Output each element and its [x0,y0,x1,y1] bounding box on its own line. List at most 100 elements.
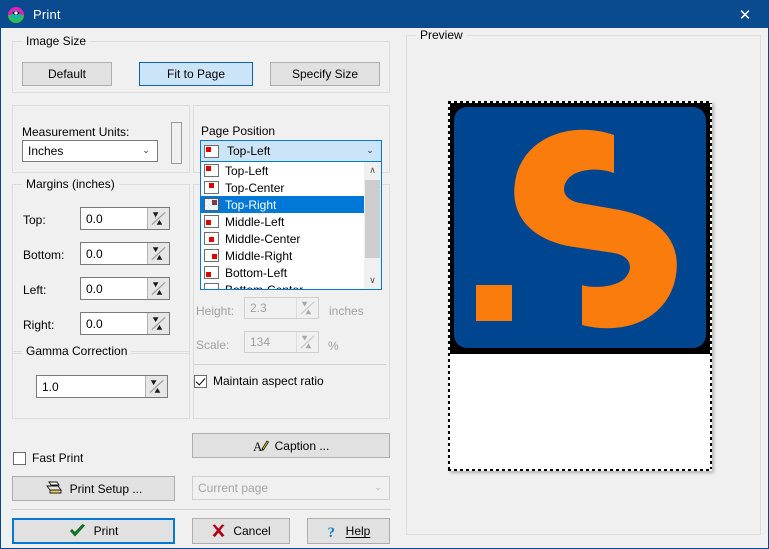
caption-icon: A [253,439,269,453]
print-setup-button[interactable]: Print Setup ... [12,476,175,501]
position-preview-icon [204,144,219,158]
close-icon[interactable]: ✕ [722,1,768,28]
dropdown-item-bottom-left[interactable]: Bottom-Left [201,264,381,281]
printer-icon [45,481,63,496]
help-button[interactable]: ? Help [307,518,390,544]
measurement-units-combo[interactable]: Inches ⌄ [22,140,158,162]
caption-button[interactable]: A Caption ... [192,433,390,458]
cancel-button[interactable]: Cancel [192,518,290,544]
measurement-units-panel [12,105,190,173]
units-slider-thumb[interactable] [171,122,182,164]
margin-top-value: 0.0 [86,211,103,226]
margin-top-field[interactable]: 0.0 ↑ [80,207,170,230]
gamma-stepper[interactable] [145,376,167,397]
title-bar: Print ✕ [1,1,768,28]
gamma-value: 1.0 [42,379,59,394]
margin-bottom-field[interactable]: 0.0 [80,242,170,265]
page-range-combo[interactable]: Current page ⌄ [192,476,390,500]
dropdown-item-top-center[interactable]: Top-Center [201,179,381,196]
aspect-divider [194,364,386,365]
dropdown-item-middle-left[interactable]: Middle-Left [201,213,381,230]
dropdown-item-middle-center[interactable]: Middle-Center [201,230,381,247]
maintain-aspect-ratio-checkbox[interactable]: Maintain aspect ratio [194,374,324,388]
dropdown-item-top-left[interactable]: Top-Left [201,162,381,179]
page-position-label: Page Position [201,124,276,138]
height-stepper[interactable] [296,298,318,318]
fast-print-box [13,451,26,465]
preview-square-mark [476,285,512,321]
svg-text:?: ? [327,525,335,539]
scrollbar-thumb[interactable] [365,180,380,258]
position-icon-middle-center [204,232,219,245]
print-button-label: Print [93,524,119,538]
help-button-label: Help [345,524,371,538]
chevron-down-icon: ⌄ [142,146,150,156]
print-setup-button-label: Print Setup ... [69,481,143,496]
dropdown-item-label: Middle-Left [225,214,285,229]
maintain-aspect-ratio-label: Maintain aspect ratio [213,374,324,388]
scale-stepper[interactable] [296,332,318,352]
app-icon [7,6,25,24]
scale-value: 134 [250,335,271,349]
preview-page[interactable] [448,101,712,471]
position-icon-middle-right [204,249,219,262]
specify-size-button-label: Specify Size [291,67,359,81]
window-title: Print [33,7,61,22]
fit-to-page-button-label: Fit to Page [166,67,226,81]
gamma-value-field[interactable]: 1.0 [36,375,168,398]
scroll-down-icon[interactable]: ∨ [364,272,381,289]
cancel-button-label: Cancel [233,524,271,538]
chevron-down-icon: ⌄ [366,146,374,156]
dropdown-item-label: Bottom-Left [225,265,288,280]
margin-right-stepper[interactable] [147,313,169,334]
dropdown-scrollbar[interactable]: ∧ ∨ [364,162,381,289]
scale-field[interactable]: 134 [244,331,319,353]
margin-right-field[interactable]: 0.0 [80,312,170,335]
scale-unit-label: % [328,339,339,353]
dropdown-item-label: Middle-Center [225,231,301,246]
maintain-aspect-ratio-box [194,374,207,388]
page-position-combo[interactable]: Top-Left ⌄ [200,140,382,162]
gamma-correction-label: Gamma Correction [22,344,132,358]
footer-divider [11,509,391,510]
svg-text:↑: ↑ [154,214,157,221]
position-icon-bottom-left [204,266,219,279]
dropdown-item-label: Bottom-Center [225,282,304,290]
dropdown-item-middle-right[interactable]: Middle-Right [201,247,381,264]
scale-label: Scale: [196,338,230,352]
height-value: 2.3 [250,301,267,315]
dropdown-item-top-right[interactable]: Top-Right [201,196,381,213]
margin-bottom-stepper[interactable] [147,243,169,264]
fast-print-checkbox[interactable]: Fast Print [13,451,83,465]
scroll-up-icon[interactable]: ∧ [364,162,381,179]
margin-left-field[interactable]: 0.0 [80,277,170,300]
question-icon: ? [327,524,339,539]
height-unit-label: inches [329,304,364,318]
margin-top-stepper[interactable]: ↑ [147,208,169,229]
preview-image-background [454,107,706,348]
page-range-value: Current page [198,481,269,495]
dropdown-item-label: Top-Right [225,197,277,212]
default-size-button[interactable]: Default [22,62,112,86]
dropdown-item-bottom-center[interactable]: Bottom-Center [201,281,381,290]
position-icon-bottom-center [204,283,219,289]
checkmark-icon [69,523,86,539]
chevron-down-icon: ⌄ [374,483,382,493]
height-label: Height: [196,304,235,318]
margin-bottom-label: Bottom: [23,248,65,262]
preview-image [448,101,712,354]
position-icon-top-center [204,181,219,194]
dropdown-item-label: Top-Center [225,180,285,195]
margin-left-label: Left: [23,283,47,297]
print-button[interactable]: Print [12,518,175,544]
margin-left-stepper[interactable] [147,278,169,299]
specify-size-button[interactable]: Specify Size [270,62,380,86]
page-position-dropdown-list[interactable]: Top-Left Top-Center Top-Right Middle-Lef… [200,162,382,290]
fit-to-page-button[interactable]: Fit to Page [139,62,253,86]
measurement-units-label: Measurement Units: [22,125,130,139]
height-field[interactable]: 2.3 [244,297,319,319]
fast-print-label: Fast Print [32,451,84,465]
margin-bottom-value: 0.0 [86,246,103,261]
default-size-button-label: Default [47,67,87,81]
margins-group-label: Margins (inches) [22,177,119,191]
